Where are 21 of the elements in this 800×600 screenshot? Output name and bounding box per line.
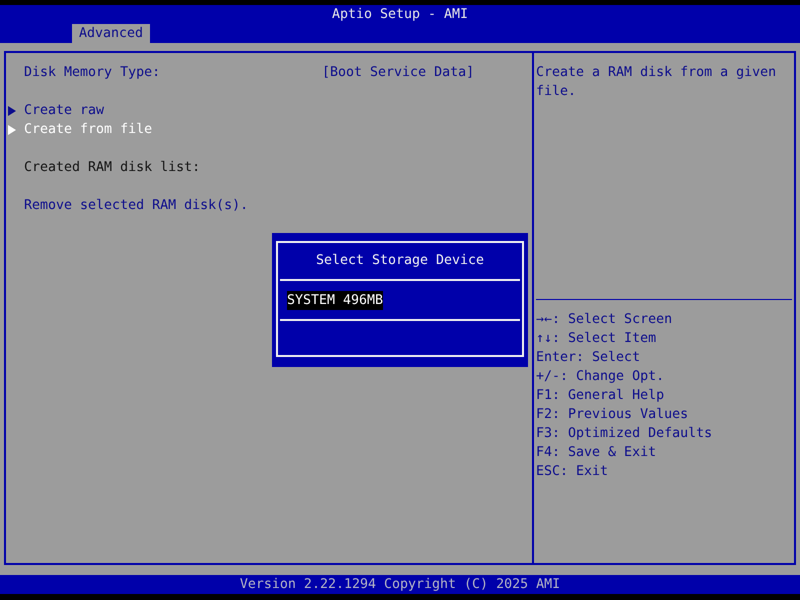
key-hint: F1: General Help (536, 387, 664, 405)
window-title: Aptio Setup - AMI (332, 6, 468, 24)
popup-title: Select Storage Device (316, 252, 484, 270)
action-link[interactable]: Remove selected RAM disk(s). (24, 196, 248, 215)
key-hint: F2: Previous Values (536, 406, 688, 424)
tab[interactable]: Advanced (72, 24, 150, 43)
device-option[interactable]: SYSTEM 496MB (287, 291, 384, 310)
key-hint: ↑↓: Select Item (536, 330, 656, 348)
version-text: Version 2.22.1294 Copyright (C) 2025 AMI (240, 576, 560, 594)
submenu-item[interactable]: Create raw (8, 101, 104, 120)
key-hint: →←: Select Screen (536, 311, 672, 329)
key-hint: +/-: Change Opt. (536, 368, 664, 386)
key-hint: F3: Optimized Defaults (536, 425, 712, 443)
submenu-item[interactable]: Create from file (8, 120, 152, 139)
key-hint: ESC: Exit (536, 463, 608, 481)
key-hint: Enter: Select (536, 349, 640, 367)
help-text: Create a RAM disk from a given file. (536, 64, 778, 101)
setting-label: Disk Memory Type: (24, 64, 162, 82)
setting-value[interactable]: [Boot Service Data] (322, 63, 474, 82)
list-heading: Created RAM disk list: (24, 159, 200, 177)
key-hint: F4: Save & Exit (536, 444, 656, 462)
